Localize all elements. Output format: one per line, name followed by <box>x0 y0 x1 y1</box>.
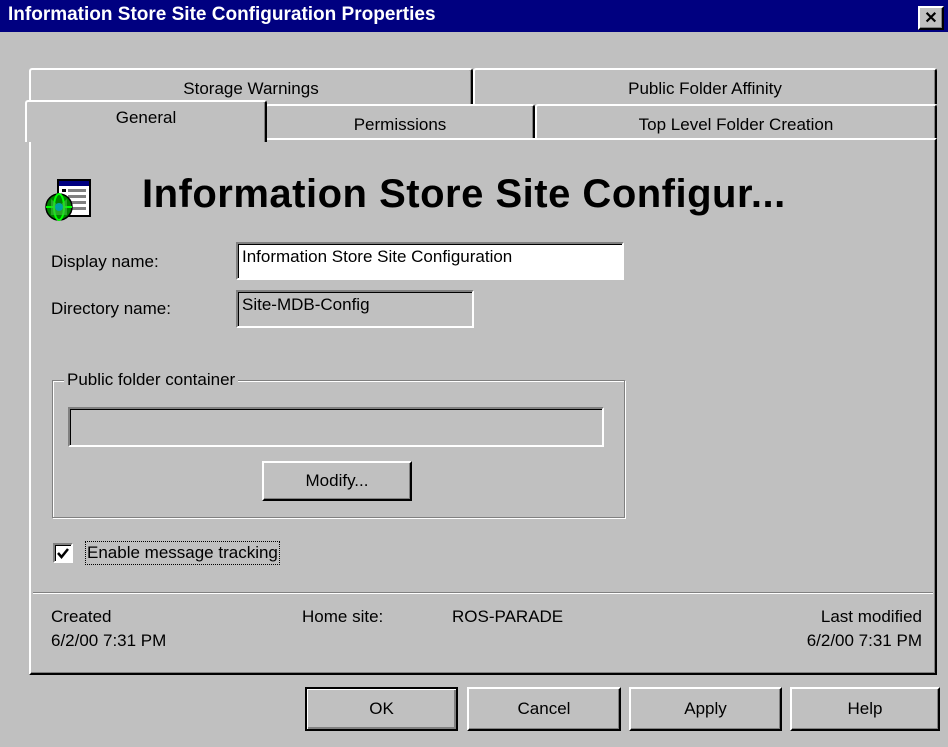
display-name-field[interactable]: Information Store Site Configuration <box>236 242 624 280</box>
tab-permissions[interactable]: Permissions <box>265 104 535 140</box>
display-name-label: Display name: <box>51 252 159 271</box>
last-modified-label: Last modified <box>820 607 922 626</box>
directory-name-label: Directory name: <box>51 299 171 318</box>
created-label: Created <box>51 607 112 626</box>
tab-general[interactable]: General <box>25 100 267 142</box>
last-modified-value: 6/2/00 7:31 PM <box>806 631 922 650</box>
divider <box>33 592 933 594</box>
ok-button[interactable]: OK <box>305 687 458 731</box>
public-folder-field <box>68 407 604 447</box>
modify-button-label: Modify... <box>305 471 369 490</box>
tab-public-folder-affinity[interactable]: Public Folder Affinity <box>473 68 937 104</box>
ok-button-label: OK <box>369 699 394 718</box>
tab-storage-warnings[interactable]: Storage Warnings <box>29 68 473 104</box>
title-bar: Information Store Site Configuration Pro… <box>0 0 948 32</box>
information-store-icon <box>44 178 94 222</box>
tracking-checkbox[interactable] <box>53 543 73 563</box>
modify-button[interactable]: Modify... <box>262 461 412 501</box>
tab-label: Storage Warnings <box>183 79 319 98</box>
created-value: 6/2/00 7:31 PM <box>51 631 167 650</box>
help-button[interactable]: Help <box>790 687 940 731</box>
public-folder-group-label: Public folder container <box>64 370 239 390</box>
tab-label: Permissions <box>353 115 447 134</box>
tab-label: General <box>115 108 177 127</box>
tab-top-level-folder-creation[interactable]: Top Level Folder Creation <box>535 104 937 140</box>
checkmark-icon <box>57 548 69 559</box>
apply-button[interactable]: Apply <box>629 687 782 731</box>
close-button[interactable]: ✕ <box>918 6 944 30</box>
page-title: Information Store Site Configur... <box>142 172 786 216</box>
cancel-button-label: Cancel <box>517 699 571 718</box>
tab-label: Public Folder Affinity <box>628 79 782 98</box>
directory-name-field: Site-MDB-Config <box>236 290 474 328</box>
help-button-label: Help <box>847 699 883 718</box>
tracking-label[interactable]: Enable message tracking <box>85 541 280 565</box>
close-icon: ✕ <box>924 10 938 27</box>
home-site-value: ROS-PARADE <box>452 607 564 626</box>
tab-label: Top Level Folder Creation <box>638 115 834 134</box>
cancel-button[interactable]: Cancel <box>467 687 621 731</box>
window-title: Information Store Site Configuration Pro… <box>8 4 436 25</box>
home-site-label: Home site: <box>302 607 384 626</box>
apply-button-label: Apply <box>684 699 727 718</box>
